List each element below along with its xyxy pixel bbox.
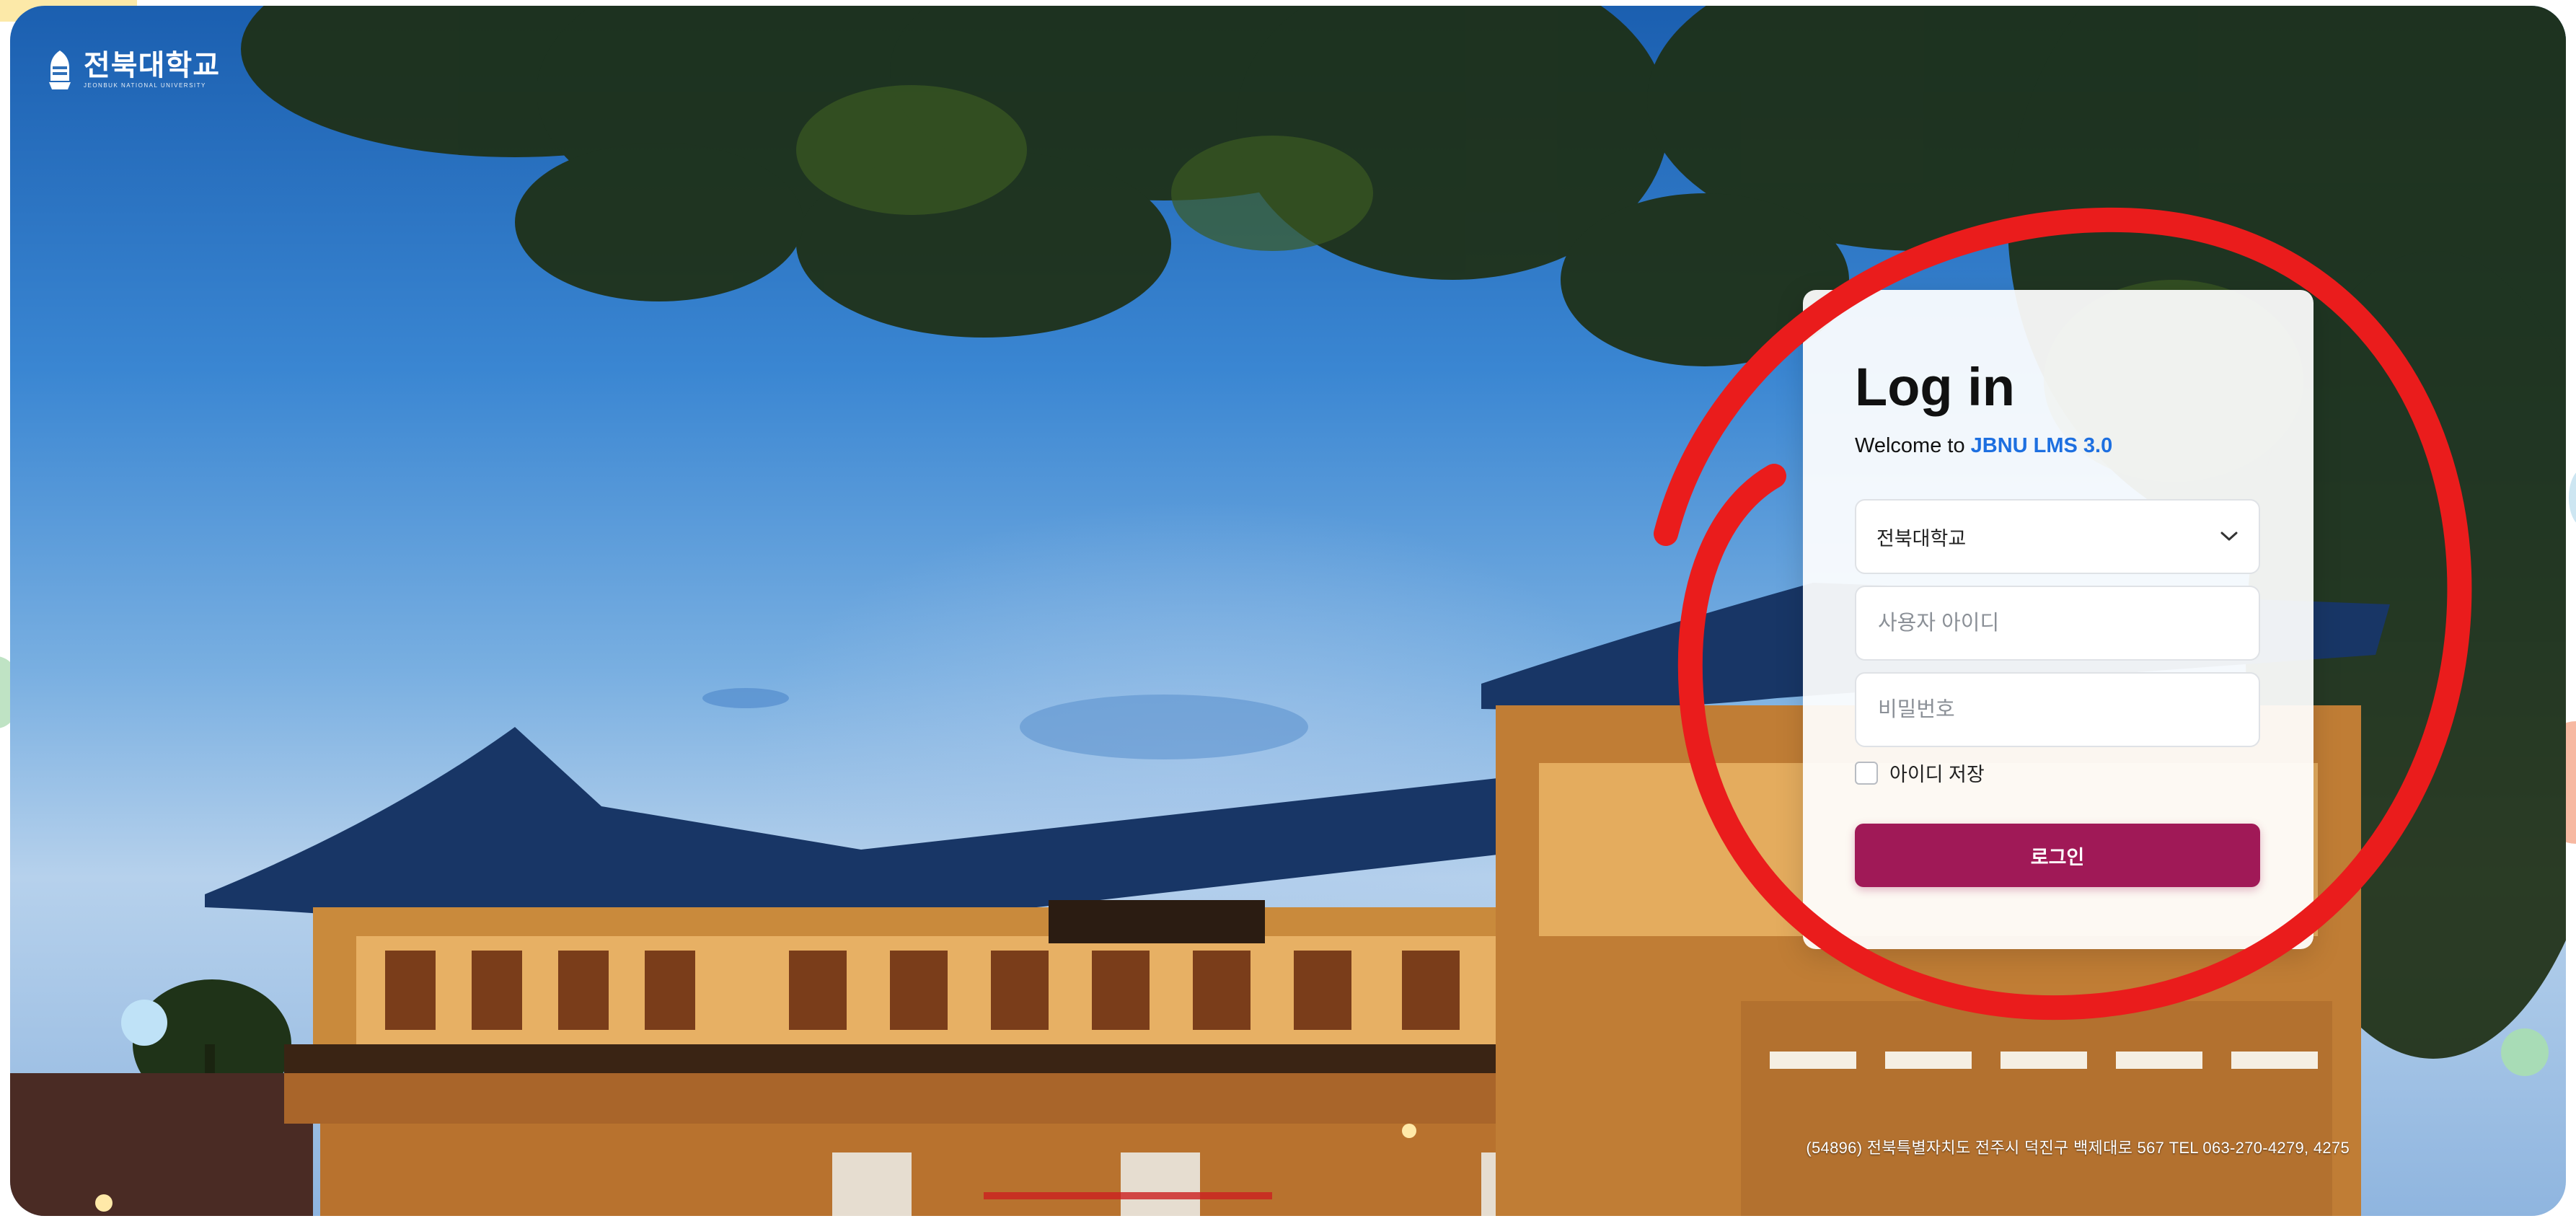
password-field (1855, 672, 2260, 747)
decorative-dot-blue (121, 1000, 167, 1046)
university-logo[interactable]: 전북대학교 JEONBUK NATIONAL UNIVERSITY (46, 49, 220, 91)
welcome-brand: JBNU LMS 3.0 (1970, 434, 2113, 457)
logo-english-name: JEONBUK NATIONAL UNIVERSITY (84, 82, 206, 89)
school-select-value: 전북대학교 (1876, 527, 1967, 550)
user-id-input[interactable] (1876, 610, 2238, 636)
logo-korean-name: 전북대학교 (84, 50, 220, 81)
password-input[interactable] (1876, 697, 2238, 723)
footer-address: (54896) 전북특별자치도 전주시 덕진구 백제대로 567 TEL 063… (1806, 1139, 2350, 1157)
welcome-prefix: Welcome to (1855, 434, 1971, 457)
user-id-field (1855, 586, 2260, 661)
chevron-down-icon (2220, 532, 2238, 541)
university-emblem-icon (49, 50, 71, 89)
login-button[interactable]: 로그인 (1855, 824, 2260, 887)
login-title: Log in (1855, 357, 2015, 417)
remember-id-label: 아이디 저장 (1889, 764, 1985, 785)
login-card: Log in Welcome to JBNU LMS 3.0 전북대학교 아이디… (1803, 290, 2313, 949)
remember-id-option[interactable]: 아이디 저장 (1855, 759, 1985, 787)
welcome-text: Welcome to JBNU LMS 3.0 (1855, 434, 2112, 458)
decorative-dot-green (2501, 1028, 2549, 1076)
remember-id-checkbox[interactable] (1855, 761, 1878, 785)
school-select[interactable]: 전북대학교 (1855, 499, 2260, 574)
edge-decoration-right-blue (2569, 469, 2576, 526)
